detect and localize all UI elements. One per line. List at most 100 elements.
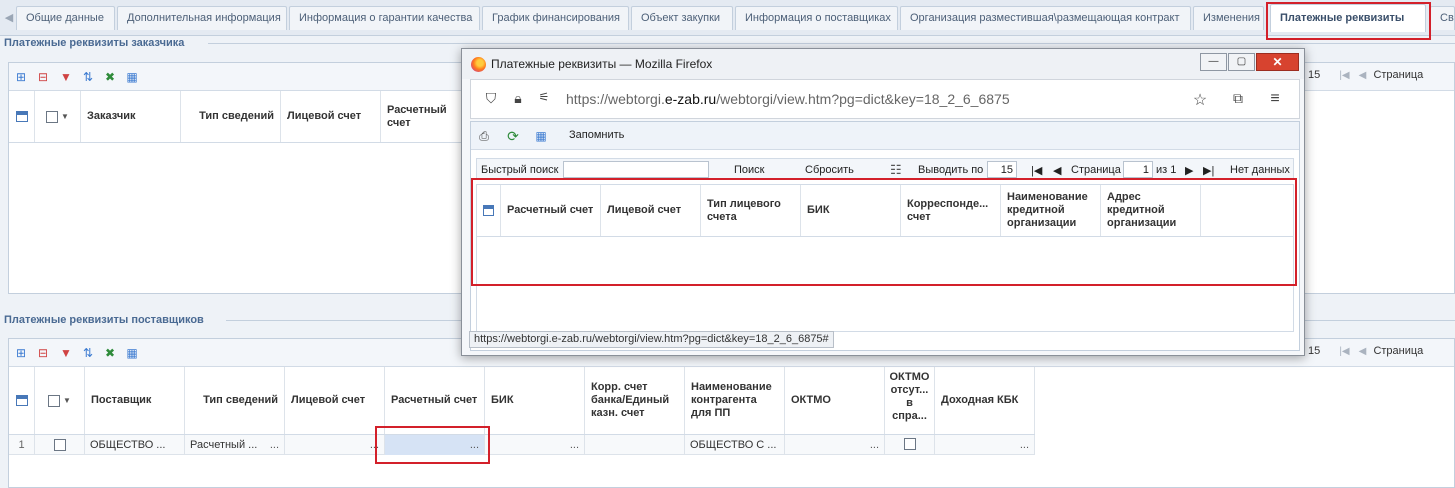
- supplier-panel: ⊞ ⊟ ▼ ⇅ ✖ ▦ ▼ Поставщик Тип сведений Лиц…: [8, 338, 1455, 488]
- column-info-type[interactable]: Тип сведений: [185, 367, 285, 434]
- first-page-icon[interactable]: |◀: [1339, 70, 1349, 81]
- supplier-panel-title: Платежные реквизиты поставщиков: [4, 314, 204, 326]
- supplier-grid-header: ▼ Поставщик Тип сведений Лицевой счет Ра…: [9, 367, 1035, 435]
- select-all-checkbox[interactable]: ▼: [35, 91, 81, 142]
- print-icon[interactable]: ⎙: [476, 128, 492, 144]
- customer-pager-page-label: Страница: [1373, 69, 1424, 81]
- permissions-icon[interactable]: ⚟: [535, 90, 553, 104]
- popup-toolbar: ⎙ ⟳ ▦ Запомнить: [471, 122, 1299, 150]
- url-address[interactable]: https://webtorgi.e-zab.ru/webtorgi/view.…: [566, 91, 1010, 107]
- tab-changes[interactable]: Изменения: [1193, 6, 1264, 30]
- maximize-icon[interactable]: ▢: [1228, 53, 1255, 71]
- search-button[interactable]: Поиск: [734, 164, 764, 176]
- page-input[interactable]: [1123, 161, 1153, 178]
- filter-icon[interactable]: ▼: [58, 345, 74, 361]
- sort-icon[interactable]: ⇅: [80, 345, 96, 361]
- tab-info-truncated[interactable]: Све: [1430, 6, 1455, 30]
- no-data-label: Нет данных: [1230, 164, 1290, 176]
- column-supplier[interactable]: Поставщик: [85, 367, 185, 434]
- add-row-icon[interactable]: ⊞: [13, 345, 29, 361]
- row-checkbox[interactable]: [35, 435, 85, 455]
- page-size-icon[interactable]: ☷: [890, 162, 902, 178]
- customer-pager: 15 |◀ ◀ Страница: [1308, 69, 1423, 81]
- supplier-pager-page-label: Страница: [1373, 345, 1424, 357]
- column-revenue-kbk[interactable]: Доходная КБК: [935, 367, 1035, 434]
- row-bik-cell[interactable]: ...: [485, 435, 585, 455]
- tab-procurement-object[interactable]: Объект закупки: [631, 6, 733, 30]
- sort-icon[interactable]: ⇅: [80, 69, 96, 85]
- tab-placing-organization[interactable]: Организация разместившая\размещающая кон…: [900, 6, 1191, 30]
- excel-export-icon[interactable]: ✖: [102, 69, 118, 85]
- reset-button[interactable]: Сбросить: [805, 164, 854, 176]
- popup-window-title: Платежные реквизиты — Mozilla Firefox: [491, 57, 713, 71]
- columns-settings-icon[interactable]: ▦: [124, 345, 140, 361]
- grid-settings-icon[interactable]: [9, 367, 35, 434]
- page-of-label: из 1: [1156, 164, 1177, 176]
- row-supplier-cell[interactable]: ОБЩЕСТВО ...: [85, 435, 185, 455]
- first-page-icon[interactable]: |◀: [1031, 164, 1042, 177]
- close-icon[interactable]: ✕: [1256, 53, 1299, 71]
- row-info-type-cell[interactable]: Расчетный ......: [185, 435, 285, 455]
- shield-icon[interactable]: ⛉: [482, 90, 500, 107]
- row-revenue-kbk-cell[interactable]: ...: [935, 435, 1035, 455]
- prev-page-icon[interactable]: ◀: [1359, 346, 1367, 357]
- column-personal-account[interactable]: Лицевой счет: [285, 367, 385, 434]
- grid-settings-icon[interactable]: [9, 91, 35, 142]
- column-settlement-account[interactable]: Расчетный счет: [381, 91, 464, 142]
- page-label: Страница: [1071, 164, 1121, 176]
- customer-panel-title: Платежные реквизиты заказчика: [4, 37, 185, 49]
- filter-icon[interactable]: ▼: [58, 69, 74, 85]
- column-settlement-account[interactable]: Расчетный счет: [385, 367, 485, 434]
- show-by-label: Выводить по: [918, 164, 984, 176]
- tab-quality-guarantee[interactable]: Информация о гарантии качества: [289, 6, 480, 30]
- supplier-pager-count[interactable]: 15: [1308, 345, 1320, 357]
- lock-icon[interactable]: 🔒︎: [509, 90, 527, 107]
- select-all-checkbox[interactable]: ▼: [35, 367, 85, 434]
- supplier-pager: 15 |◀ ◀ Страница: [1308, 345, 1423, 357]
- column-personal-account[interactable]: Лицевой счет: [281, 91, 381, 142]
- tab-suppliers-info[interactable]: Информация о поставщиках: [735, 6, 898, 30]
- column-corr-account[interactable]: Корр. счет банка/Единый казн. счет: [585, 367, 685, 434]
- minimize-icon[interactable]: —: [1200, 53, 1227, 71]
- delete-row-icon[interactable]: ⊟: [35, 69, 51, 85]
- next-page-icon[interactable]: ▶: [1185, 164, 1193, 177]
- column-oktmo-absent[interactable]: ОКТМО отсут... в спра...: [885, 367, 935, 434]
- row-number: 1: [9, 435, 35, 455]
- bookmark-star-icon[interactable]: ☆: [1191, 90, 1209, 110]
- customer-pager-count[interactable]: 15: [1308, 69, 1320, 81]
- columns-settings-icon[interactable]: ▦: [124, 69, 140, 85]
- prev-page-icon[interactable]: ◀: [1359, 70, 1367, 81]
- prev-page-icon[interactable]: ◀: [1053, 164, 1061, 177]
- row-personal-account-cell[interactable]: ...: [285, 435, 385, 455]
- popup-search-pager: Быстрый поиск Поиск Сбросить ☷ Выводить …: [476, 158, 1294, 180]
- popup-title-bar: Платежные реквизиты — Mozilla Firefox — …: [462, 49, 1304, 79]
- row-oktmo-cell[interactable]: ...: [785, 435, 885, 455]
- row-oktmo-absent-checkbox[interactable]: [885, 435, 935, 455]
- row-corr-account-cell[interactable]: [585, 435, 685, 455]
- column-info-type[interactable]: Тип сведений: [181, 91, 281, 142]
- first-page-icon[interactable]: |◀: [1339, 346, 1349, 357]
- menu-icon[interactable]: ≡: [1266, 90, 1284, 108]
- tab-scroll-left-icon[interactable]: ◀: [2, 6, 16, 30]
- column-customer[interactable]: Заказчик: [81, 91, 181, 142]
- last-page-icon[interactable]: ▶|: [1203, 164, 1214, 177]
- column-bik[interactable]: БИК: [485, 367, 585, 434]
- table-row[interactable]: 1 ОБЩЕСТВО ... Расчетный ...... ... ... …: [9, 435, 1035, 455]
- tab-additional-info[interactable]: Дополнительная информация: [117, 6, 287, 30]
- column-oktmo[interactable]: ОКТМО: [785, 367, 885, 434]
- show-by-input[interactable]: [987, 161, 1017, 178]
- column-counterparty-name[interactable]: Наименование контрагента для ПП: [685, 367, 785, 434]
- tab-financing-schedule[interactable]: График финансирования: [482, 6, 629, 30]
- delete-row-icon[interactable]: ⊟: [35, 345, 51, 361]
- columns-settings-icon[interactable]: ▦: [533, 128, 549, 144]
- row-counterparty-cell[interactable]: ОБЩЕСТВО С ...: [685, 435, 785, 455]
- quick-search-input[interactable]: [563, 161, 709, 178]
- refresh-icon[interactable]: ⟳: [505, 128, 521, 144]
- remember-button[interactable]: Запомнить: [569, 129, 624, 141]
- excel-export-icon[interactable]: ✖: [102, 345, 118, 361]
- highlight-popup-grid: [471, 178, 1297, 286]
- tab-general[interactable]: Общие данные: [16, 6, 115, 30]
- customer-grid-header: ▼ Заказчик Тип сведений Лицевой счет Рас…: [9, 91, 464, 143]
- extensions-icon[interactable]: ⧉: [1229, 90, 1247, 107]
- add-row-icon[interactable]: ⊞: [13, 69, 29, 85]
